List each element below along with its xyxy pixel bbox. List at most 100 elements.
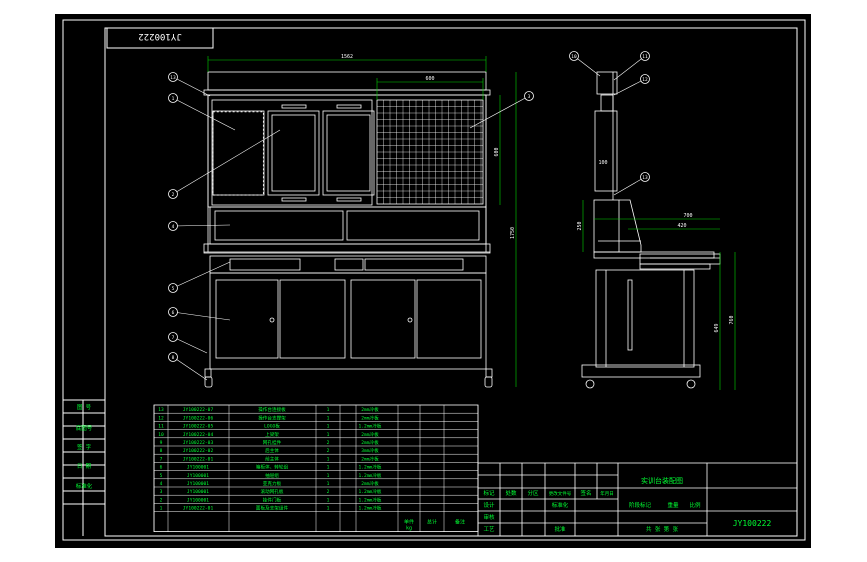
- dim-side-small: 250: [577, 221, 583, 230]
- bom-cell: JY100001: [187, 473, 209, 479]
- dim-cabinet-b: 760: [729, 315, 735, 324]
- tb-mark-label: 标记: [483, 489, 495, 497]
- bom-cell: 操作台连接板: [258, 406, 286, 413]
- balloon-label: 7: [172, 335, 175, 341]
- bom-cell: 滚动网孔板: [261, 488, 284, 495]
- bom-cell: 1.2mm冷板: [358, 488, 381, 495]
- bom-cell: 1.2mm冷板: [358, 423, 381, 430]
- bom-cell: 4: [160, 481, 163, 487]
- bom-cell: 11: [158, 424, 164, 430]
- strip-label-0: 图 号: [77, 403, 92, 411]
- balloon-label: 12: [642, 77, 648, 83]
- bom-cell: 后主体: [265, 447, 279, 454]
- bom-cell: JY100222-04: [183, 432, 214, 438]
- balloon-label: 4: [172, 224, 175, 230]
- bom-cell: 1.2mm冷板: [358, 496, 381, 503]
- bom-cell: 2mm冷板: [361, 439, 379, 446]
- tb-review-label: 审核: [483, 513, 495, 521]
- bom-cell: 1: [327, 415, 330, 421]
- drawing-background: [55, 14, 811, 548]
- bom-cell: LOGO板: [264, 423, 280, 430]
- bom-cell: 前主体: [265, 455, 279, 462]
- bom-cell: JY100222-01: [183, 456, 214, 462]
- tb-doc-label: 更改文件号: [549, 490, 572, 497]
- title-code: JY100222: [733, 519, 772, 528]
- frame-code: JY100222: [138, 31, 181, 41]
- bom-footer-label: 总计: [427, 519, 437, 526]
- bom-cell: 2: [160, 497, 163, 503]
- tb-zone-label: 分区: [527, 489, 539, 497]
- bom-cell: 1.2mm冷板: [358, 464, 381, 471]
- bom-cell: JY100222-02: [183, 448, 214, 454]
- strip-label-4: 标准化: [76, 482, 93, 490]
- bom-cell: 网孔挂件: [263, 439, 282, 446]
- bom-cell: 1: [327, 407, 330, 413]
- dim-cabinet-a: 649: [714, 323, 720, 332]
- bom-cell: 操作台支撑架: [258, 414, 286, 421]
- bom-footer-label: 单件: [404, 519, 414, 526]
- bom-cell: JY100001: [187, 489, 209, 495]
- bom-cell: JY100001: [187, 481, 209, 487]
- balloon-label: 10: [571, 54, 577, 60]
- bom-cell: 7: [160, 456, 163, 462]
- balloon-label: 5: [172, 286, 175, 292]
- bom-cell: JY100001: [187, 497, 209, 503]
- dim-overall-width: 1562: [341, 54, 353, 60]
- bom-cell: 2mm冷板: [361, 414, 379, 421]
- bom-cell: JY100222-03: [183, 440, 214, 446]
- balloon-label: 6: [172, 310, 175, 316]
- bom-cell: 13: [158, 407, 164, 413]
- bom-cell: 2mm冷板: [361, 455, 379, 462]
- bom-cell: 1: [327, 465, 330, 471]
- cad-drawing: JY100222 图 号 底图号 签 字 日 期 标准化 1562 600 60…: [55, 14, 811, 548]
- bom-cell: 面板及支架组件: [256, 505, 289, 512]
- bom-cell: JY100222-05: [183, 424, 214, 430]
- balloon-label: 3: [528, 94, 531, 100]
- bom-cell: 1: [327, 481, 330, 487]
- dim-side-top: 100: [598, 160, 607, 166]
- tb-weight-label: 重量: [667, 501, 679, 509]
- tb-process-label: 工艺: [483, 526, 495, 533]
- product-name: 实训台装配图: [641, 476, 683, 485]
- bom-cell: 3mm冷板: [361, 447, 379, 454]
- bom-cell: 2mm冷板: [361, 480, 379, 487]
- dim-panel-width: 600: [425, 76, 434, 82]
- bom-cell: 10: [158, 432, 164, 438]
- bom-cell: 1: [327, 473, 330, 479]
- tb-date-label: 年月日: [600, 490, 614, 497]
- bom-cell: 亚克力板: [263, 480, 282, 487]
- bom-cell: 1: [327, 497, 330, 503]
- balloon-label: 8: [172, 355, 175, 361]
- bom-cell: 12: [158, 415, 164, 421]
- balloon-label: 11: [642, 54, 648, 60]
- viewport: JY100222 图 号 底图号 签 字 日 期 标准化 1562 600 60…: [0, 0, 867, 562]
- tb-stage-label: 阶段标记: [629, 501, 652, 509]
- bom-cell: 5: [160, 473, 163, 479]
- bom-cell: 箱柜体、转轮组: [256, 464, 289, 471]
- bom-cell: JY100222-06: [183, 415, 214, 421]
- balloon-label: 13: [170, 75, 176, 81]
- bom-cell: 9: [160, 440, 163, 446]
- dim-side-depth: 700: [683, 213, 692, 219]
- bom-cell: 1: [327, 424, 330, 430]
- tb-designer-label: 设计: [483, 501, 495, 509]
- bom-cell: 抽屉组: [265, 472, 279, 479]
- bom-cell: JY100222-01: [183, 506, 214, 512]
- tb-sign-label: 签名: [580, 489, 591, 497]
- tb-scale-label: 比例: [689, 501, 701, 509]
- bom-cell: 2mm冷板: [361, 406, 379, 413]
- bom-cell: 1: [327, 456, 330, 462]
- strip-label-3: 日 期: [77, 463, 92, 470]
- bom-cell: 1: [160, 506, 163, 512]
- bom-cell: 挂件门板: [263, 496, 282, 503]
- bom-cell: 1: [327, 432, 330, 438]
- balloon-label: 1: [172, 96, 175, 102]
- bom-cell: 3: [160, 489, 163, 495]
- bom-cell: 1: [327, 506, 330, 512]
- dim-total-height: 1750: [510, 227, 516, 239]
- tb-sheet-label: 共 张 第 张: [646, 525, 678, 533]
- bom-cell: 2mm冷板: [361, 431, 379, 438]
- bom-cell: 2: [327, 448, 330, 454]
- strip-label-2: 签 字: [77, 443, 92, 451]
- balloon-label: 13: [642, 175, 648, 181]
